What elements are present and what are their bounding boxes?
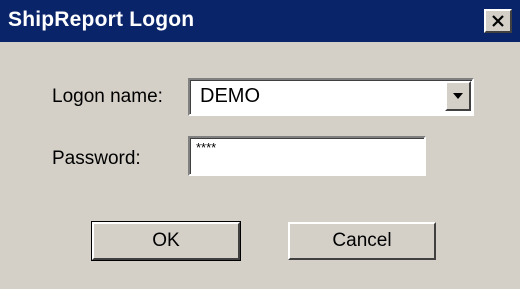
cancel-button[interactable]: Cancel — [288, 222, 436, 260]
logon-name-combobox[interactable]: DEMO — [188, 78, 474, 116]
password-field[interactable]: **** — [188, 136, 426, 176]
password-value: **** — [196, 140, 217, 155]
password-label: Password: — [52, 148, 141, 169]
close-button[interactable] — [484, 9, 512, 33]
title-bar[interactable]: ShipReport Logon — [0, 0, 520, 42]
logon-name-value: DEMO — [200, 85, 260, 107]
close-icon — [491, 15, 505, 27]
dropdown-button[interactable] — [445, 81, 471, 111]
ok-button[interactable]: OK — [91, 221, 241, 261]
logon-dialog: ShipReport Logon Logon name: DEMO Passwo… — [0, 0, 520, 289]
chevron-down-icon — [452, 87, 464, 105]
logon-name-label: Logon name: — [52, 86, 163, 107]
dialog-title: ShipReport Logon — [8, 8, 195, 31]
